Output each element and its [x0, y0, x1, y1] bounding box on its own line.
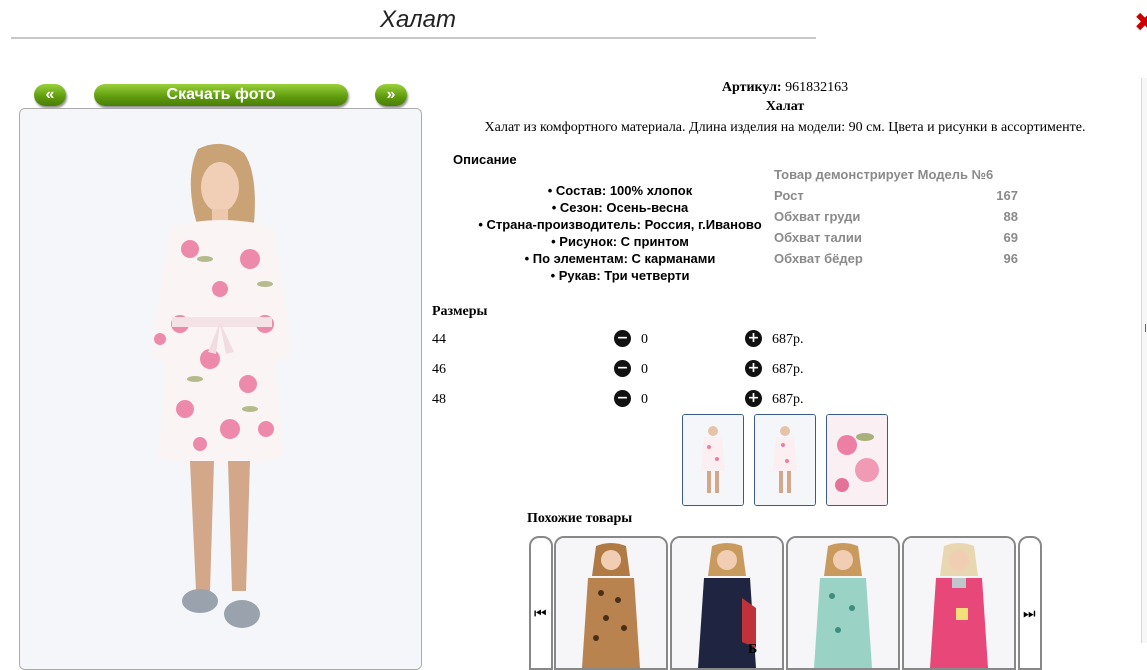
minus-circle-icon[interactable]: − [614, 330, 631, 347]
photo-thumbnail[interactable] [826, 414, 888, 506]
properties-list: • Состав: 100% хлопок • Сезон: Осень-вес… [440, 182, 800, 284]
photo-thumbnail[interactable] [754, 414, 816, 506]
sizes-heading: Размеры [432, 304, 488, 319]
property-item: • Сезон: Осень-весна [551, 200, 689, 215]
description-heading: Описание [453, 152, 517, 167]
size-label: 46 [432, 362, 446, 377]
similar-product-image [556, 538, 666, 668]
model-row: Рост 167 [774, 188, 1018, 209]
prev-photo-button[interactable]: « [34, 84, 66, 106]
similar-heading: Похожие товары [527, 511, 633, 526]
similar-product-card[interactable] [902, 536, 1016, 670]
model-params: Товар демонстрирует Модель №6 Рост 167 Об… [774, 167, 1018, 272]
thumbnail-image [827, 415, 887, 505]
minus-circle-icon[interactable]: − [614, 390, 631, 407]
plus-circle-icon[interactable]: + [745, 330, 762, 347]
similar-product-card[interactable] [554, 536, 668, 670]
quantity-value: 0 [641, 392, 648, 407]
thumbnail-image [683, 415, 743, 505]
similar-product-card[interactable] [786, 536, 900, 670]
title-divider [11, 37, 816, 39]
model-row-value: 69 [1003, 230, 1018, 245]
quantity-value: 0 [641, 332, 648, 347]
model-row-label: Обхват груди [774, 209, 861, 224]
size-label: 48 [432, 392, 446, 407]
model-row: Обхват груди 88 [774, 209, 1018, 230]
article-line: Артикул: 961832163 [430, 80, 1140, 96]
similar-product-image [672, 538, 782, 668]
plus-circle-icon[interactable]: + [745, 390, 762, 407]
skip-forward-glyph: ⏭ [1023, 606, 1036, 622]
skip-back-glyph: ⏮ [534, 606, 547, 622]
main-product-photo[interactable] [19, 108, 422, 670]
similar-product-card[interactable] [670, 536, 784, 670]
minus-circle-icon[interactable]: − [614, 360, 631, 377]
truncated-heading: Б [748, 642, 758, 657]
size-label: 44 [432, 332, 446, 347]
price-value: 687р. [772, 392, 804, 407]
model-row-label: Обхват талии [774, 230, 862, 245]
property-item: • По элементам: С карманами [524, 251, 716, 266]
model-heading-text: Товар демонстрирует Модель №6 [774, 167, 994, 182]
property-item: • Страна-производитель: Россия, г.Иванов… [478, 217, 762, 232]
page-title: Халат [380, 6, 456, 33]
skip-forward-icon[interactable]: ⏭ [1018, 536, 1042, 670]
model-row: Обхват талии 69 [774, 230, 1018, 251]
model-row-label: Обхват бёдер [774, 251, 863, 266]
article-value: 961832163 [785, 80, 849, 95]
close-x-icon[interactable]: ✖ [1134, 8, 1147, 38]
quantity-value: 0 [641, 362, 648, 377]
scrollbar[interactable] [1141, 78, 1147, 643]
similar-product-image [788, 538, 898, 668]
thumbnail-image [755, 415, 815, 505]
price-value: 687р. [772, 332, 804, 347]
next-photo-button[interactable]: » [375, 84, 407, 106]
model-row-value: 88 [1003, 209, 1018, 224]
download-photo-button[interactable]: Скачать фото [94, 84, 348, 106]
price-value: 687р. [772, 362, 804, 377]
size-row: 48 − 0 + 687р. [432, 390, 832, 410]
property-item: • Состав: 100% хлопок [547, 183, 693, 198]
article-label: Артикул: [721, 80, 782, 95]
property-item: • Рисунок: С принтом [551, 234, 689, 249]
model-row-value: 167 [996, 188, 1018, 203]
product-name: Халат [765, 99, 805, 114]
skip-back-icon[interactable]: ⏮ [529, 536, 553, 670]
model-heading: Товар демонстрирует Модель №6 [774, 167, 1018, 188]
scrollbar-thumb[interactable] [1145, 324, 1146, 332]
plus-circle-icon[interactable]: + [745, 360, 762, 377]
model-row: Обхват бёдер 96 [774, 251, 1018, 272]
property-item: • Рукав: Три четверти [550, 268, 690, 283]
size-row: 46 − 0 + 687р. [432, 360, 832, 380]
product-description: Халат из комфортного материала. Длина из… [484, 120, 1086, 135]
model-row-label: Рост [774, 188, 804, 203]
size-row: 44 − 0 + 687р. [432, 330, 832, 350]
model-row-value: 96 [1003, 251, 1018, 266]
photo-thumbnail[interactable] [682, 414, 744, 506]
similar-product-image [904, 538, 1014, 668]
model-photo-illustration [20, 109, 421, 669]
